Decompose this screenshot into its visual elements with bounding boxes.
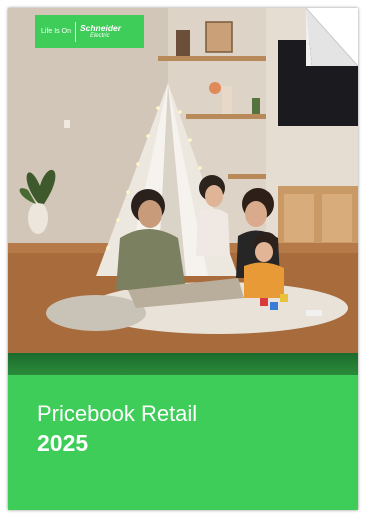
- document-cover-page: Pricebook Retail 2025 Life Is On Schneid…: [8, 8, 358, 510]
- document-title: Pricebook Retail: [37, 401, 198, 426]
- logo-tagline: Life Is On: [41, 28, 71, 35]
- schneider-electric-logo: Life Is On Schneider Electric: [35, 15, 144, 48]
- dark-green-band: [8, 353, 358, 375]
- document-year: 2025: [37, 430, 89, 456]
- title-panel: Pricebook Retail 2025: [8, 375, 358, 510]
- logo-brand: Schneider Electric: [79, 22, 122, 40]
- logo-brand-sub: Electric: [89, 32, 110, 39]
- logo-brand-name: Schneider: [79, 22, 122, 33]
- page-curl-icon: [306, 8, 358, 66]
- logo-divider: [74, 21, 76, 42]
